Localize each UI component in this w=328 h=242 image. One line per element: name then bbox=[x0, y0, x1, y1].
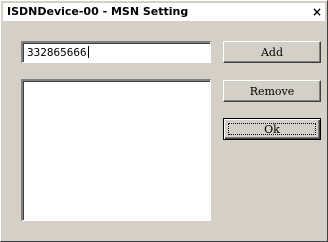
remove-button-label: Remove bbox=[249, 84, 295, 98]
add-button-label: Add bbox=[260, 45, 284, 59]
msn-number-value: 332865666 bbox=[27, 46, 87, 59]
ok-button[interactable]: Ok bbox=[223, 118, 321, 140]
msn-setting-dialog: ISDNDevice-00 - MSN Setting × 332865666 … bbox=[0, 0, 328, 242]
ok-button-label: Ok bbox=[264, 122, 280, 136]
window-title: ISDNDevice-00 - MSN Setting bbox=[7, 5, 189, 18]
remove-button[interactable]: Remove bbox=[223, 80, 321, 102]
text-caret bbox=[87, 46, 89, 58]
title-bar[interactable]: ISDNDevice-00 - MSN Setting × bbox=[3, 3, 325, 21]
close-icon: × bbox=[311, 4, 323, 19]
msn-number-input[interactable]: 332865666 bbox=[21, 41, 211, 63]
add-button[interactable]: Add bbox=[223, 41, 321, 63]
close-button[interactable]: × bbox=[310, 5, 324, 18]
msn-list[interactable] bbox=[21, 79, 211, 221]
